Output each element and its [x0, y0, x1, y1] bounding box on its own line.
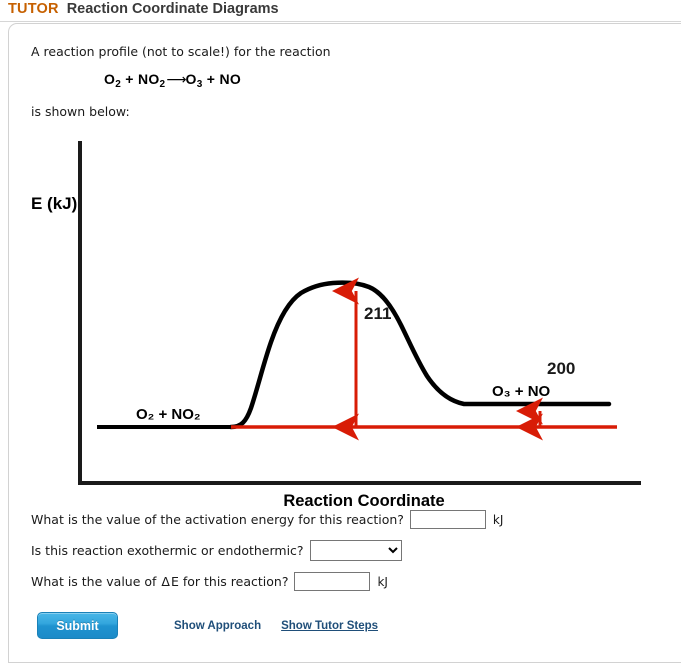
delta-e-label-after: E for this reaction?: [170, 574, 289, 589]
question-row-delta-e: What is the value of ΔE for this reactio…: [31, 572, 388, 591]
activation-energy-value-label: 211: [364, 304, 391, 323]
y-axis-label: E (kJ): [31, 194, 77, 213]
reaction-coordinate-diagram: E (kJ) Reaction Coordinate O₂ + NO₂ O₃ +…: [9, 129, 679, 519]
question-label-delta-e: What is the value of ΔE for this reactio…: [31, 574, 288, 589]
delta-e-input[interactable]: [294, 572, 371, 591]
equation-product-2: NO: [219, 71, 242, 87]
reaction-equation: O2 + NO2⟶O3 + NO: [104, 71, 242, 90]
delta-e-value-label: 200: [547, 359, 575, 378]
question-card: A reaction profile (not to scale!) for t…: [8, 23, 681, 663]
reactant-label: O₂ + NO₂: [136, 406, 201, 423]
header-inner: TUTOR Reaction Coordinate Diagrams: [8, 1, 279, 17]
activation-energy-input[interactable]: [409, 510, 486, 529]
question-row-activation-energy: What is the value of the activation ener…: [31, 510, 503, 529]
page-title: Reaction Coordinate Diagrams: [66, 1, 279, 17]
tutor-badge: TUTOR: [8, 1, 59, 17]
equation-reactant-2: NO: [137, 71, 160, 87]
app-header: TUTOR Reaction Coordinate Diagrams: [0, 0, 681, 22]
product-label: O₃ + NO: [492, 383, 551, 400]
question-label-activation-energy: What is the value of the activation ener…: [31, 512, 404, 527]
show-approach-link[interactable]: Show Approach: [174, 620, 261, 632]
reaction-arrow-icon: ⟶: [166, 72, 186, 88]
reaction-type-select[interactable]: exothermic endothermic: [309, 540, 402, 561]
equation-reactant-1: O: [104, 71, 116, 87]
submit-button[interactable]: Submit: [37, 612, 118, 639]
show-tutor-steps-link[interactable]: Show Tutor Steps: [281, 620, 378, 632]
question-row-reaction-type: Is this reaction exothermic or endotherm…: [31, 540, 402, 561]
equation-reactant-2-subscript: 2: [159, 79, 166, 90]
equation-product-1-subscript: 3: [196, 79, 203, 90]
equation-plus-2: +: [202, 71, 220, 87]
delta-e-unit: kJ: [377, 574, 388, 589]
equation-reactant-1-subscript: 2: [115, 79, 122, 90]
equation-plus-1: +: [121, 71, 138, 87]
delta-e-label-before: What is the value of: [31, 574, 161, 589]
activation-energy-unit: kJ: [492, 512, 504, 527]
equation-product-1: O: [185, 71, 197, 87]
prompt-line-1: A reaction profile (not to scale!) for t…: [31, 44, 331, 59]
question-label-reaction-type: Is this reaction exothermic or endotherm…: [31, 543, 304, 558]
prompt-line-2: is shown below:: [31, 104, 130, 119]
delta-symbol: Δ: [161, 574, 170, 589]
footer-actions: Submit Show Approach Show Tutor Steps: [37, 612, 378, 639]
x-axis-label: Reaction Coordinate: [283, 492, 444, 510]
